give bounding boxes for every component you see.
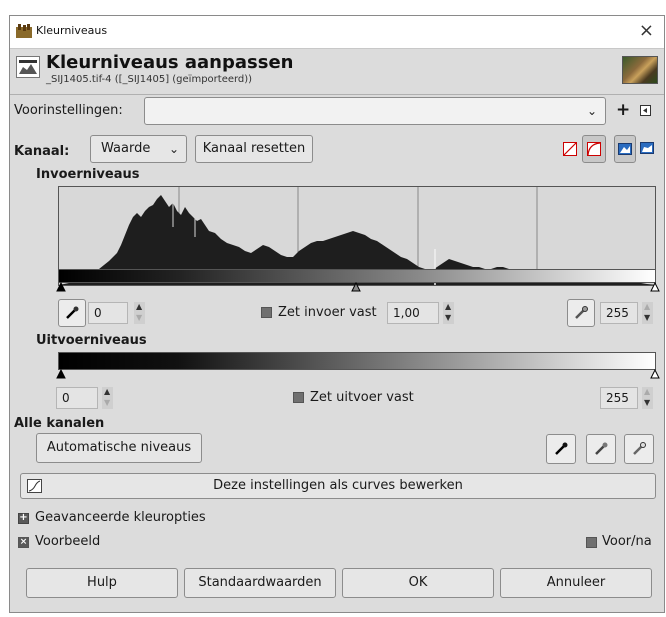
edit-as-curves-label: Deze instellingen als curves bewerken	[213, 478, 463, 493]
pick-black-button[interactable]	[546, 434, 576, 464]
image-name: _SIJ1405.tif-4 ([_SIJ1405] (geïmporteerd…	[46, 74, 253, 85]
defaults-button[interactable]: Standaardwaarden	[184, 568, 336, 598]
all-channels-heading: Alle kanalen	[14, 416, 105, 431]
title-bar: Kleurniveaus ×	[10, 16, 664, 49]
input-gamma-handle[interactable]	[351, 282, 361, 292]
header-divider	[10, 94, 664, 95]
chevron-up-icon[interactable]: ▲	[644, 302, 650, 311]
log-histogram-button[interactable]	[582, 135, 606, 163]
gimp-app-icon	[16, 24, 32, 38]
chevron-down-icon: ⌄	[168, 142, 179, 156]
advanced-options-expander[interactable]: Geavanceerde kleuropties	[35, 510, 206, 525]
presets-label: Voorinstellingen:	[14, 103, 123, 118]
expand-plus-icon[interactable]: +	[18, 513, 29, 524]
output-high-field[interactable]: 255	[600, 387, 638, 409]
output-low-handle[interactable]	[56, 369, 66, 379]
close-icon[interactable]: ×	[639, 20, 654, 41]
chevron-up-icon[interactable]: ▲	[445, 302, 451, 311]
log-histogram-icon	[587, 142, 601, 156]
chevron-up-icon[interactable]: ▲	[644, 387, 650, 396]
chevron-down-icon: ⌄	[586, 104, 597, 118]
output-low-stepper[interactable]: ▲ ▼	[102, 387, 113, 409]
pick-white-button[interactable]	[624, 434, 654, 464]
histogram-linear-icon	[618, 143, 632, 155]
chevron-up-icon[interactable]: ▲	[136, 302, 142, 311]
dialog-header: Kleurniveaus aanpassen _SIJ1405.tif-4 ([…	[10, 48, 664, 92]
split-view-checkbox[interactable]	[586, 537, 597, 548]
pick-gray-button[interactable]	[586, 434, 616, 464]
input-high-field[interactable]: 255	[600, 302, 638, 324]
preset-menu-icon[interactable]	[640, 105, 651, 116]
input-levels-heading: Invoerniveaus	[36, 167, 140, 182]
output-high-handle[interactable]	[650, 369, 660, 379]
curves-icon	[27, 479, 42, 493]
ok-button[interactable]: OK	[342, 568, 494, 598]
eyedropper-black-icon	[66, 306, 79, 319]
chevron-down-icon[interactable]: ▼	[136, 313, 142, 322]
levels-dialog: Kleurniveaus × Kleurniveaus aanpassen _S…	[9, 15, 665, 613]
input-low-field[interactable]: 0	[88, 302, 128, 324]
linear-histogram-icon[interactable]	[563, 142, 577, 156]
channel-combo[interactable]: Waarde ⌄	[90, 135, 187, 163]
channel-label: Kanaal:	[14, 144, 70, 159]
lock-output-checkbox[interactable]	[293, 392, 304, 403]
input-low-handle[interactable]	[56, 282, 66, 292]
black-point-picker[interactable]	[58, 299, 86, 327]
white-point-picker[interactable]	[567, 299, 595, 327]
lock-input-label: Zet invoer vast	[278, 305, 377, 320]
presets-combo[interactable]: ⌄	[144, 97, 606, 125]
chevron-up-icon[interactable]: ▲	[104, 387, 110, 396]
input-high-handle[interactable]	[650, 282, 660, 292]
preview-checkbox[interactable]: ×	[18, 537, 29, 548]
image-thumbnail	[622, 56, 658, 84]
add-preset-icon[interactable]: +	[616, 100, 630, 120]
preview-label: Voorbeeld	[35, 534, 101, 549]
dialog-title: Kleurniveaus aanpassen	[46, 52, 294, 73]
eyedropper-white-icon	[575, 306, 588, 319]
gamma-field[interactable]: 1,00	[387, 302, 439, 324]
output-levels-heading: Uitvoerniveaus	[36, 333, 147, 348]
split-view-label: Voor/na	[602, 534, 652, 549]
input-levels-gradient	[58, 269, 656, 283]
chevron-down-icon[interactable]: ▼	[644, 398, 650, 407]
chevron-down-icon[interactable]: ▼	[445, 313, 451, 322]
window-title: Kleurniveaus	[36, 24, 108, 37]
eyedropper-black-icon	[555, 442, 568, 455]
gamma-stepper[interactable]: ▲ ▼	[443, 302, 454, 324]
eyedropper-gray-icon	[595, 442, 608, 455]
chevron-down-icon[interactable]: ▼	[644, 313, 650, 322]
lock-output-label: Zet uitvoer vast	[310, 390, 414, 405]
histogram-log-icon[interactable]	[640, 142, 654, 154]
output-levels-gradient	[58, 352, 656, 370]
output-low-field[interactable]: 0	[56, 387, 98, 409]
chevron-down-icon[interactable]: ▼	[104, 398, 110, 407]
eyedropper-white-icon	[633, 442, 646, 455]
input-high-stepper[interactable]: ▲ ▼	[642, 302, 653, 324]
reset-channel-button[interactable]: Kanaal resetten	[195, 135, 313, 163]
input-low-stepper[interactable]: ▲ ▼	[134, 302, 145, 324]
auto-levels-button[interactable]: Automatische niveaus	[36, 433, 202, 463]
edit-as-curves-button[interactable]: Deze instellingen als curves bewerken	[20, 473, 656, 499]
lock-input-checkbox[interactable]	[261, 307, 272, 318]
help-button[interactable]: Hulp	[26, 568, 178, 598]
linear-scale-button[interactable]	[614, 135, 636, 163]
channel-value: Waarde	[101, 141, 151, 156]
cancel-button[interactable]: Annuleer	[500, 568, 652, 598]
output-high-stepper[interactable]: ▲ ▼	[642, 387, 653, 409]
levels-icon	[16, 56, 40, 78]
